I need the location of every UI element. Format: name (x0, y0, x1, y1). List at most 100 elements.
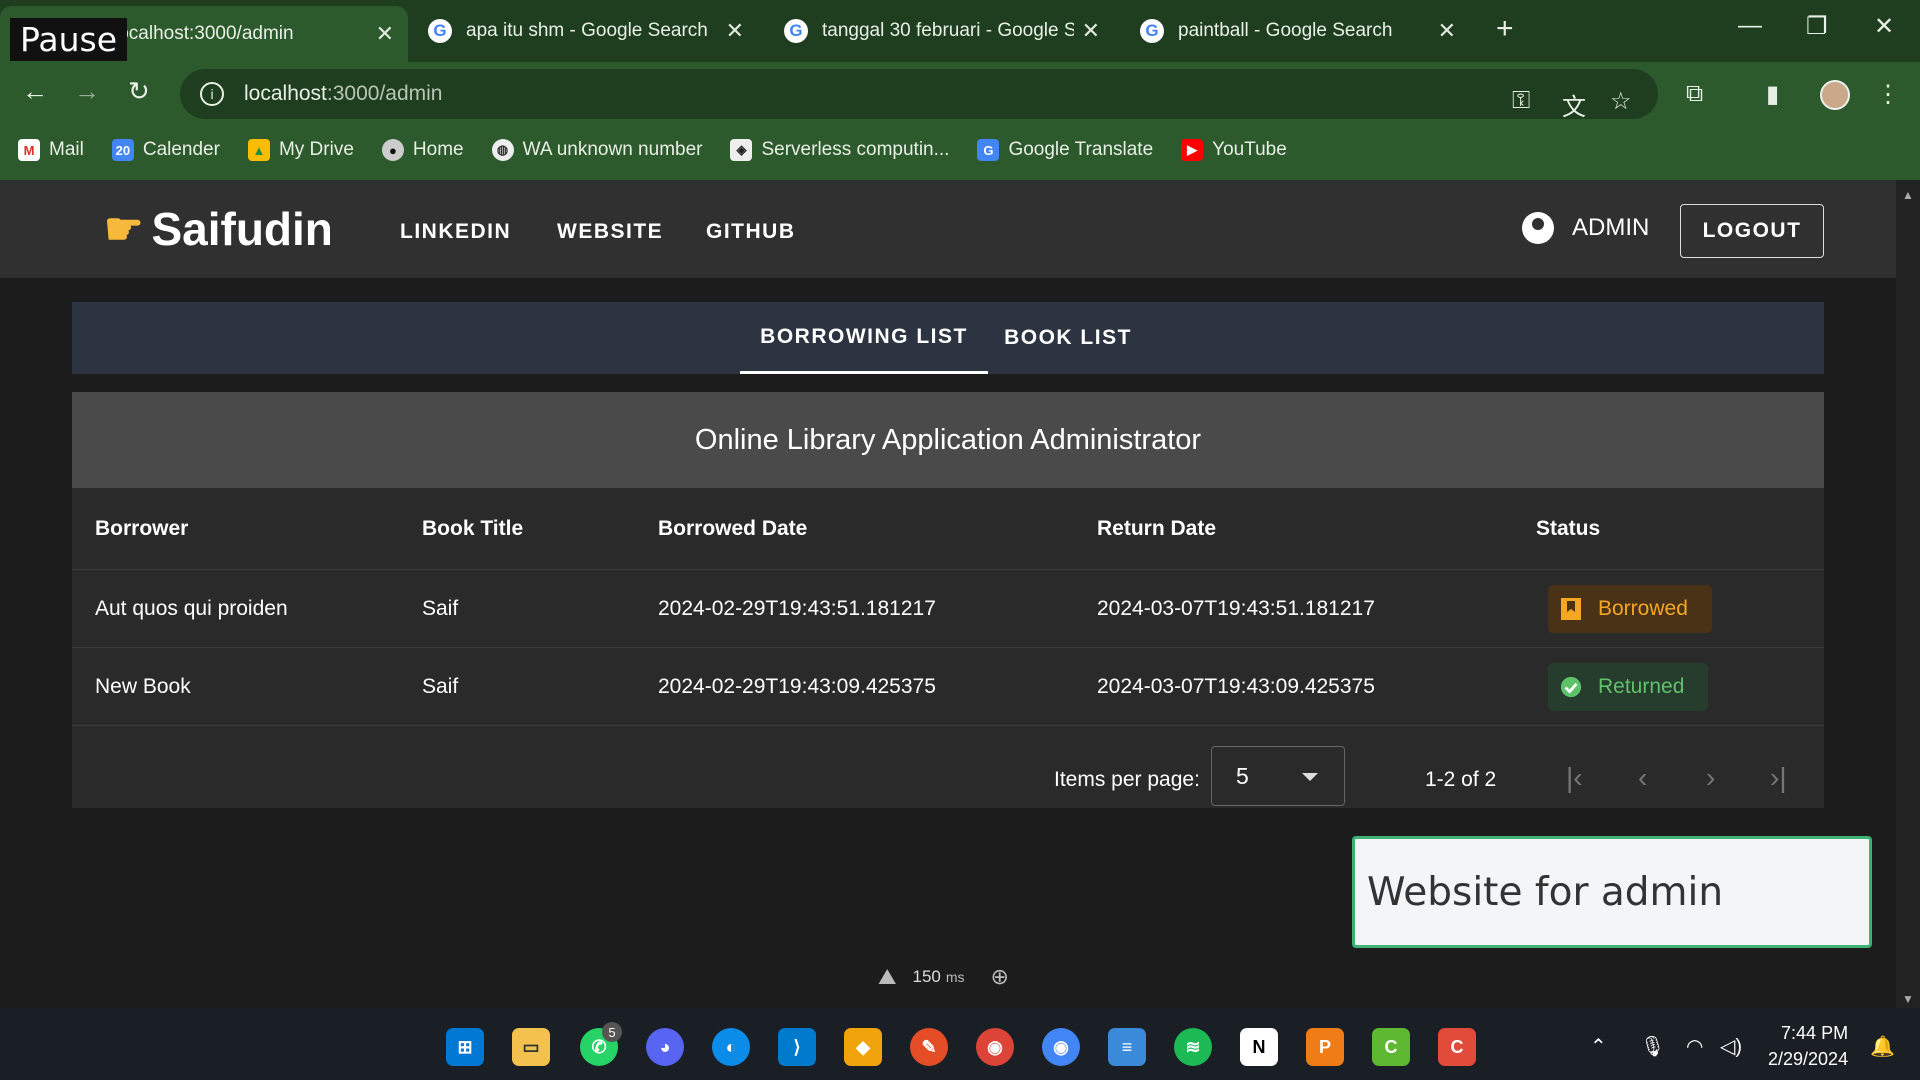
browser-tab-shm[interactable]: G apa itu shm - Google Search ✕ (414, 8, 758, 54)
bookmark-serverless[interactable]: ◈ Serverless computin... (730, 139, 949, 161)
pdf-editor-icon[interactable]: P (1306, 1028, 1344, 1066)
back-icon[interactable]: ← (22, 76, 48, 107)
bookmark-label: Home (412, 139, 464, 160)
browser-tab-tanggal[interactable]: G tanggal 30 februari - Google Se ✕ (770, 8, 1114, 54)
pause-overlay[interactable]: Pause (10, 18, 128, 61)
bookmark-wa[interactable]: ◍ WA unknown number (491, 139, 703, 161)
bookmark-label: Google Translate (1008, 139, 1154, 160)
close-tab-icon[interactable]: ✕ (1438, 18, 1456, 44)
close-tab-icon[interactable]: ✕ (1082, 18, 1100, 44)
nav-link-linkedin[interactable]: LINKEDIN (400, 220, 511, 244)
table-row[interactable]: Aut quos qui proiden Saif 2024-02-29T19:… (72, 570, 1824, 648)
status-badge-returned[interactable]: Returned (1548, 662, 1709, 711)
close-tab-icon[interactable]: ✕ (376, 21, 394, 47)
nuxt-logo-icon[interactable]: ⛰ (878, 964, 896, 990)
gmail-icon: M (18, 139, 40, 161)
discord-icon[interactable]: ◕ (646, 1028, 684, 1066)
nav-link-github[interactable]: GITHUB (706, 220, 796, 244)
page-scrollbar[interactable]: ▲ ▼ (1896, 180, 1920, 1008)
chrome-icon[interactable]: ◉ (976, 1028, 1014, 1066)
last-page-icon[interactable]: ›| (1770, 762, 1787, 794)
close-window-icon[interactable]: ✕ (1874, 12, 1894, 41)
dbeaver-icon[interactable]: ◆ (844, 1028, 882, 1066)
column-header-borrower: Borrower (95, 516, 189, 540)
first-page-icon[interactable]: |‹ (1566, 762, 1583, 794)
bookmark-mail[interactable]: M Mail (18, 139, 84, 161)
menu-icon[interactable]: ⋮ (1876, 80, 1900, 109)
windows-taskbar: ⊞ ▭ ✆ 5 ◕ ◐ ⟩ ◆ ✎ ◉ ◉ ≡ ≋ N P C C ⌃ 🎙 ◠ … (0, 1008, 1920, 1080)
status-badge-borrowed[interactable]: Borrowed (1548, 584, 1712, 633)
tab-borrowing-list[interactable]: BORROWING LIST (740, 302, 988, 374)
microphone-icon[interactable]: 🎙 (1640, 1034, 1665, 1059)
scroll-down-icon[interactable]: ▼ (1902, 992, 1914, 1006)
postman-icon[interactable]: ✎ (910, 1028, 948, 1066)
bookmark-google-translate[interactable]: G Google Translate (977, 139, 1153, 161)
bookmark-calender[interactable]: 20 Calender (111, 139, 220, 161)
items-per-page-select[interactable]: 5 (1211, 746, 1345, 806)
brand[interactable]: ☛ Saifudin (104, 202, 333, 256)
bookmark-home[interactable]: ● Home (381, 139, 464, 161)
bookmark-my-drive[interactable]: ▲ My Drive (247, 139, 354, 161)
browser-chrome: Pause localhost:3000/admin ✕ G apa itu s… (0, 0, 1920, 180)
notion-icon[interactable]: N (1240, 1028, 1278, 1066)
system-clock[interactable]: 7:44 PM 2/29/2024 (1768, 1020, 1848, 1072)
translate-icon[interactable]: 文 (1562, 87, 1586, 122)
tab-book-list[interactable]: BOOK LIST (988, 302, 1148, 374)
bookmark-label: YouTube (1212, 139, 1287, 160)
bookmark-star-icon[interactable]: ☆ (1610, 87, 1632, 116)
url-host: localhost (244, 82, 327, 105)
whatsapp-badge: 5 (602, 1022, 622, 1042)
tab-title: paintball - Google Search (1178, 20, 1393, 41)
scroll-up-icon[interactable]: ▲ (1902, 188, 1914, 202)
admin-user[interactable]: ADMIN (1522, 212, 1649, 244)
web-app: ☛ Saifudin LINKEDIN WEBSITE GITHUB ADMIN… (0, 180, 1920, 1008)
tab-strip: Pause localhost:3000/admin ✕ G apa itu s… (0, 0, 1920, 62)
site-info-icon[interactable]: i (200, 82, 224, 106)
dev-toolbar: ⛰ 150 ms ⊕ (878, 964, 1009, 990)
notepad-icon[interactable]: ≡ (1108, 1028, 1146, 1066)
close-tab-icon[interactable]: ✕ (726, 18, 744, 44)
return-date-cell: 2024-03-07T19:43:51.181217 (1097, 596, 1375, 620)
youtube-icon: ▶ (1181, 139, 1204, 161)
nav-link-website[interactable]: WEBSITE (557, 220, 663, 244)
show-hidden-icons-icon[interactable]: ⌃ (1590, 1034, 1607, 1059)
paginator: Items per page: 5 1-2 of 2 |‹ ‹ › ›| (72, 746, 1824, 808)
table-row[interactable]: New Book Saif 2024-02-29T19:43:09.425375… (72, 648, 1824, 726)
clock-date: 2/29/2024 (1768, 1049, 1849, 1069)
bookmark-label: WA unknown number (522, 139, 703, 160)
reload-icon[interactable]: ↻ (128, 76, 150, 107)
extensions-icon[interactable]: ⧉ (1686, 80, 1703, 108)
side-panel-icon[interactable]: ▮ (1766, 80, 1779, 109)
account-circle-icon (1522, 212, 1554, 244)
bookmark-youtube[interactable]: ▶ YouTube (1181, 139, 1287, 161)
brand-name: Saifudin (151, 203, 333, 255)
restore-icon[interactable]: ❐ (1806, 12, 1828, 41)
volume-icon[interactable]: ◁) (1720, 1034, 1742, 1059)
previous-page-icon[interactable]: ‹ (1638, 762, 1647, 794)
profile-avatar[interactable] (1820, 80, 1850, 110)
camtasia-icon[interactable]: C (1372, 1028, 1410, 1066)
vscode-icon[interactable]: ⟩ (778, 1028, 816, 1066)
next-page-icon[interactable]: › (1706, 762, 1715, 794)
google-icon: G (784, 19, 808, 43)
wifi-icon[interactable]: ◠ (1686, 1034, 1703, 1059)
edge-icon[interactable]: ◐ (712, 1028, 750, 1066)
spotify-icon[interactable]: ≋ (1174, 1028, 1212, 1066)
address-bar[interactable]: i localhost:3000/admin ⚿ 文 ☆ (180, 69, 1658, 122)
url-text[interactable]: localhost:3000/admin (244, 82, 442, 106)
chrome-profile-icon[interactable]: ◉ (1042, 1028, 1080, 1066)
logout-button[interactable]: LOGOUT (1680, 204, 1824, 258)
password-key-icon[interactable]: ⚿ (1512, 87, 1530, 115)
tab-title: apa itu shm - Google Search (466, 20, 708, 41)
windows-start-icon[interactable]: ⊞ (446, 1028, 484, 1066)
target-icon[interactable]: ⊕ (991, 964, 1009, 990)
new-tab-icon[interactable]: + (1496, 12, 1514, 46)
browser-tab-paintball[interactable]: G paintball - Google Search ✕ (1126, 8, 1470, 54)
notifications-icon[interactable]: 🔔 (1870, 1034, 1895, 1059)
forward-icon[interactable]: → (74, 76, 100, 107)
recorder-icon[interactable]: C (1438, 1028, 1476, 1066)
timing-value: 150 (912, 967, 941, 986)
translate-icon: G (977, 139, 1000, 161)
file-explorer-icon[interactable]: ▭ (512, 1028, 550, 1066)
minimize-icon[interactable]: — (1738, 12, 1762, 40)
